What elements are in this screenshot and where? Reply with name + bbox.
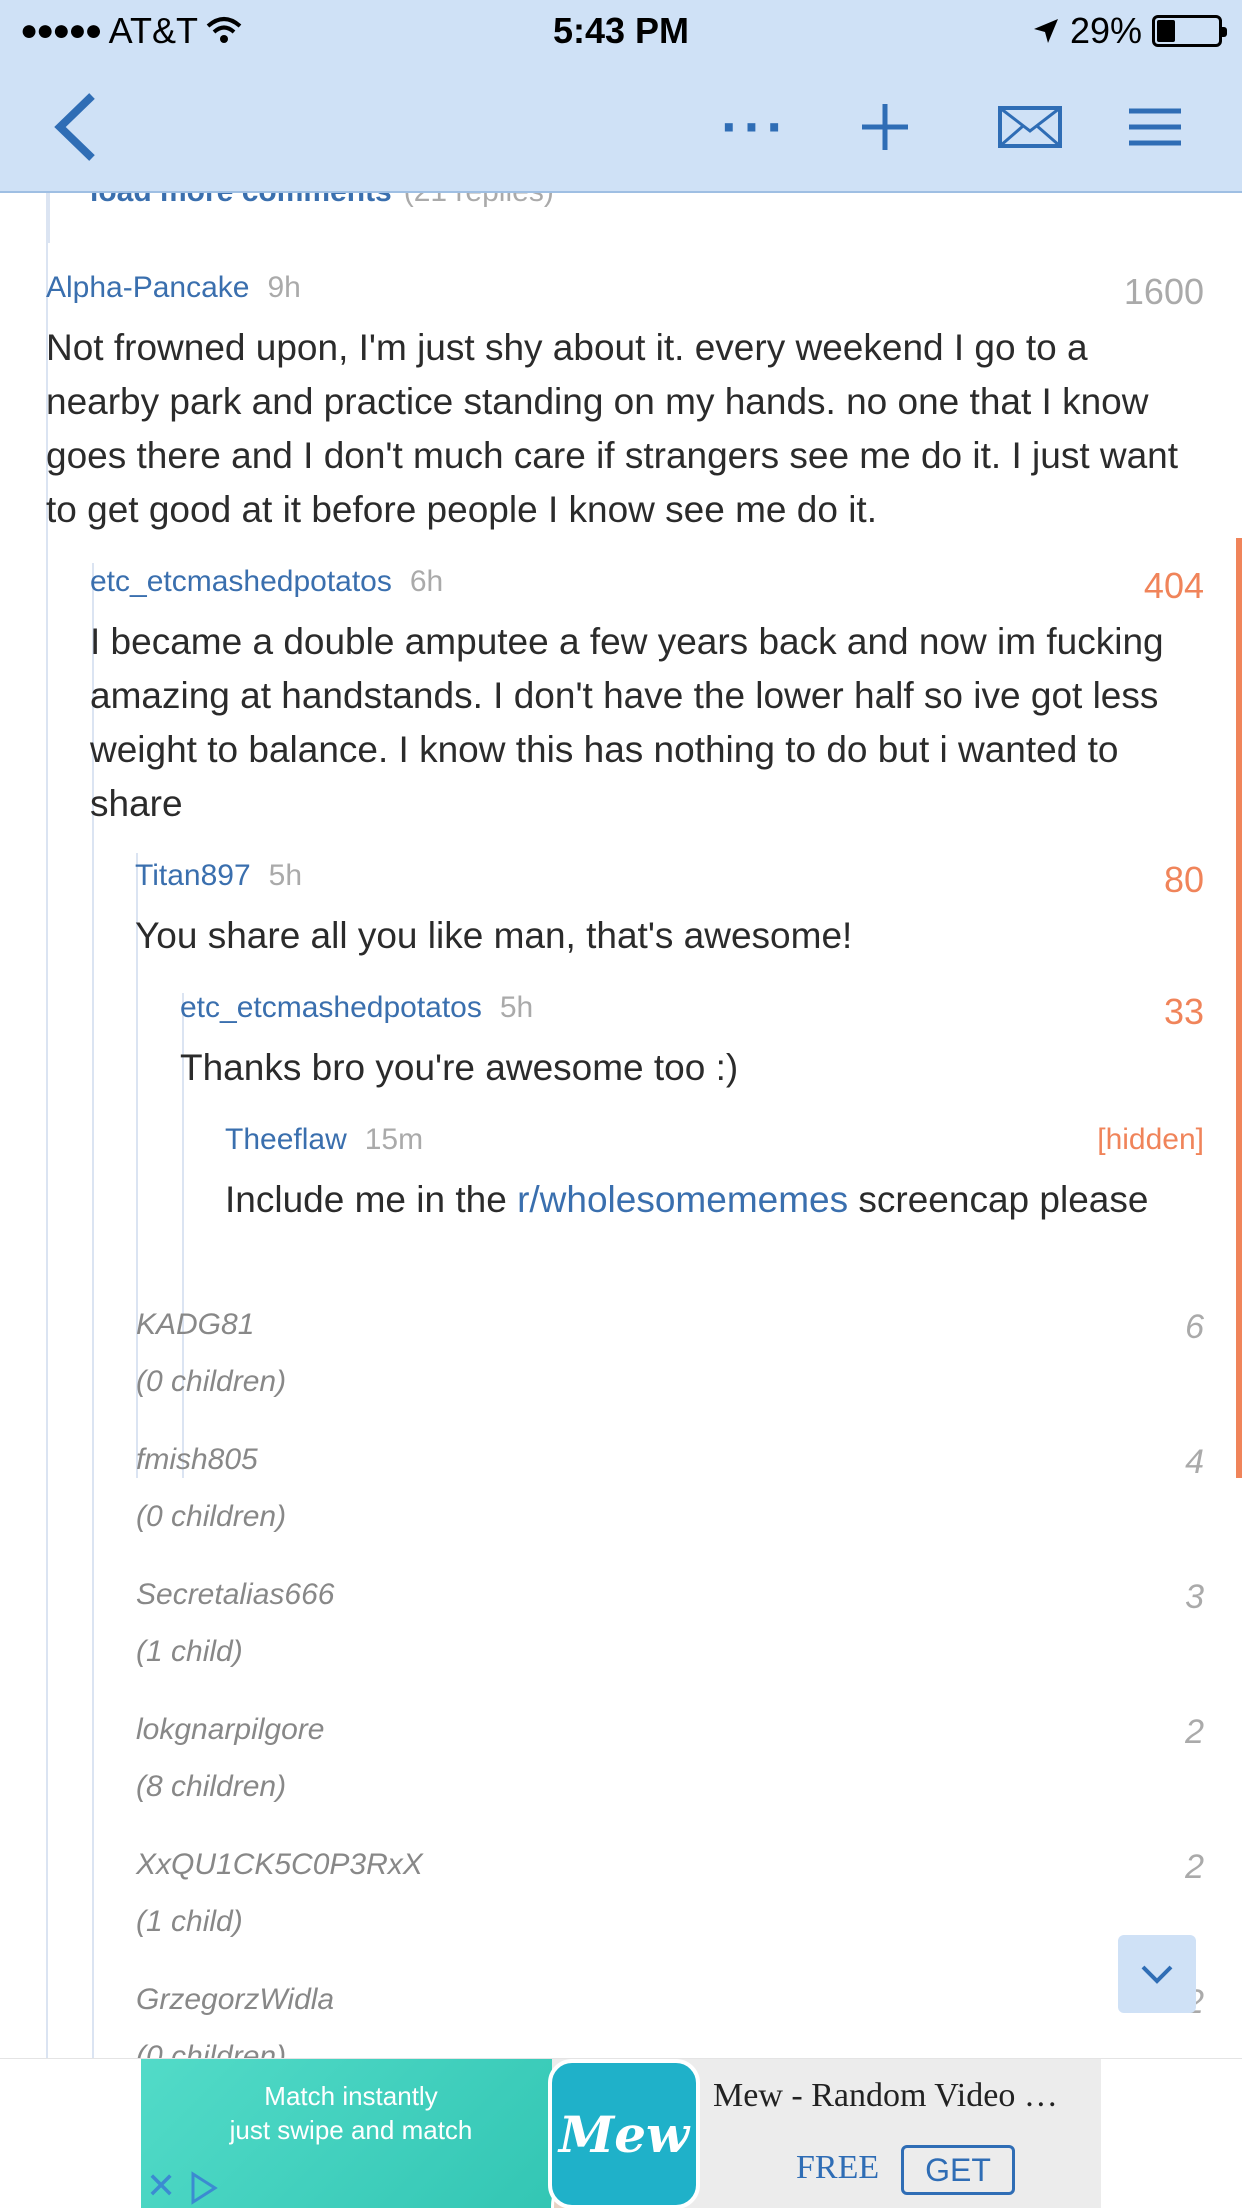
ad-close-icon[interactable]: ✕ [146,2165,176,2207]
comment-age: 15m [364,1123,424,1156]
plus-icon [862,103,908,150]
collapsed-author: Secretalias666 [136,1578,335,1611]
comment-meta: etc_etcmashedpotatos 6h 404 [90,565,1204,615]
menu-button[interactable] [1110,60,1200,193]
comment[interactable]: Theeflaw 15m [hidden] Include me in the … [225,1123,1204,1227]
comment[interactable]: etc_etcmashedpotatos 5h 33 Thanks bro yo… [180,991,1204,1095]
load-more-label: load more comments [90,193,392,208]
ad-image[interactable]: Match instantly just swipe and match ✕ [141,2059,629,2208]
ad-choices-icon[interactable] [189,2171,219,2205]
comment-body: Thanks bro you're awesome too :) [180,1047,739,1088]
highlight-bar [1236,538,1242,1478]
more-dots-icon: ··· [721,95,789,158]
collapsed-score: 2 [1185,1713,1204,1751]
comment-author[interactable]: etc_etcmashedpotatos [180,991,482,1025]
ad-app-logo[interactable]: Mew [548,2059,700,2208]
comment-meta: etc_etcmashedpotatos 5h 33 [180,991,1204,1041]
comment-author[interactable]: Theeflaw [225,1123,347,1157]
ad-title[interactable]: Mew - Random Video … [713,2077,1058,2115]
comment-body-text: screencap please [848,1179,1149,1220]
collapsed-author: lokgnarpilgore [136,1713,325,1746]
collapsed-score: 2 [1185,1848,1204,1886]
ad-tagline-line1: Match instantly [264,2081,438,2111]
comment-age: 5h [268,859,303,892]
chevron-down-icon [1141,1965,1173,1984]
collapsed-author: fmish805 [136,1443,258,1476]
comment-age: 6h [409,565,444,598]
thread-line [48,193,50,243]
collapsed-score: 4 [1185,1443,1204,1481]
collapsed-comment[interactable]: lokgnarpilgore (8 children) 2 [136,1713,1204,1847]
battery-icon [1152,15,1227,47]
ad-get-button[interactable]: GET [901,2145,1015,2195]
comment-score: [hidden] [1097,1123,1204,1156]
comment-body: Include me in the r/wholesomememes scree… [225,1173,1204,1227]
comment-meta: Titan897 5h 80 [135,859,1204,909]
comment-body: You share all you like man, that's aweso… [135,915,853,956]
collapsed-comment[interactable]: KADG81 (0 children) 6 [136,1308,1204,1442]
location-arrow-icon [1033,19,1058,43]
collapsed-children: (0 children) [136,1500,287,1533]
comment[interactable]: etc_etcmashedpotatos 6h 404 I became a d… [90,565,1204,831]
comment-score: 33 [1163,991,1204,1032]
comment-age: 9h [267,271,301,304]
nav-bar: ··· [0,60,1242,193]
hamburger-icon [1129,108,1181,145]
ad-tagline: Match instantly just swipe and match [161,2079,541,2147]
comment[interactable]: Alpha-Pancake 9h 1600 Not frowned upon, … [46,271,1204,537]
collapsed-comment[interactable]: GrzegorzWidla (0 children) 2 [136,1983,1204,2058]
inbox-button[interactable] [975,60,1085,193]
collapsed-author: KADG81 [136,1308,255,1341]
collapsed-children: (0 children) [136,2040,287,2058]
subreddit-link[interactable]: r/wholesomememes [517,1179,848,1220]
comment-author[interactable]: Alpha-Pancake [46,271,249,305]
comment-author[interactable]: Titan897 [135,859,251,893]
comment-score: 1600 [1123,271,1204,312]
add-button[interactable] [840,60,930,193]
comments-list: load more comments (21 replies) Alpha-Pan… [0,193,1242,2058]
comment-meta: Theeflaw 15m [hidden] [225,1123,1204,1173]
collapsed-author: XxQU1CK5C0P3RxX [136,1848,423,1881]
envelope-icon [998,105,1062,148]
scroll-down-button[interactable] [1118,1935,1196,2013]
collapsed-author: GrzegorzWidla [136,1983,335,2016]
ad-banner[interactable]: Match instantly just swipe and match ✕ M… [0,2058,1242,2208]
collapsed-comment[interactable]: XxQU1CK5C0P3RxX (1 child) 2 [136,1848,1204,1982]
status-right: 29% [1032,10,1227,52]
collapsed-children: (8 children) [136,1770,287,1803]
collapsed-children: (1 child) [136,1635,243,1668]
collapsed-score: 3 [1185,1578,1204,1616]
collapsed-children: (1 child) [136,1905,243,1938]
comment-body: I became a double amputee a few years ba… [90,621,1164,824]
load-more-comments[interactable]: load more comments (21 replies) [90,193,554,209]
ad-price: FREE [796,2149,880,2186]
chevron-left-icon [54,92,95,161]
battery-percent: 29% [1069,10,1142,51]
comment-score: 404 [1143,565,1204,606]
more-button[interactable]: ··· [710,60,800,193]
top-bar: ●●●●● AT&T 5:43 PM 29% ··· [0,0,1242,193]
comment-meta: Alpha-Pancake 9h 1600 [46,271,1204,321]
comment-body: Not frowned upon, I'm just shy about it.… [46,327,1179,530]
load-more-replies: (21 replies) [404,193,554,208]
comment-score: 80 [1163,859,1204,900]
collapsed-comment[interactable]: Secretalias666 (1 child) 3 [136,1578,1204,1712]
ad-content[interactable]: Match instantly just swipe and match ✕ M… [141,2059,1101,2208]
status-bar: ●●●●● AT&T 5:43 PM 29% [0,0,1242,60]
comment-body-text: Include me in the [225,1179,518,1220]
comment-age: 5h [499,991,534,1024]
comment-author[interactable]: etc_etcmashedpotatos [90,565,392,599]
comment[interactable]: Titan897 5h 80 You share all you like ma… [135,859,1204,963]
ad-tagline-line2: just swipe and match [229,2115,473,2145]
collapsed-score: 6 [1185,1308,1204,1346]
collapsed-children: (0 children) [136,1365,287,1398]
collapsed-comment[interactable]: fmish805 (0 children) 4 [136,1443,1204,1577]
back-button[interactable] [30,60,120,193]
